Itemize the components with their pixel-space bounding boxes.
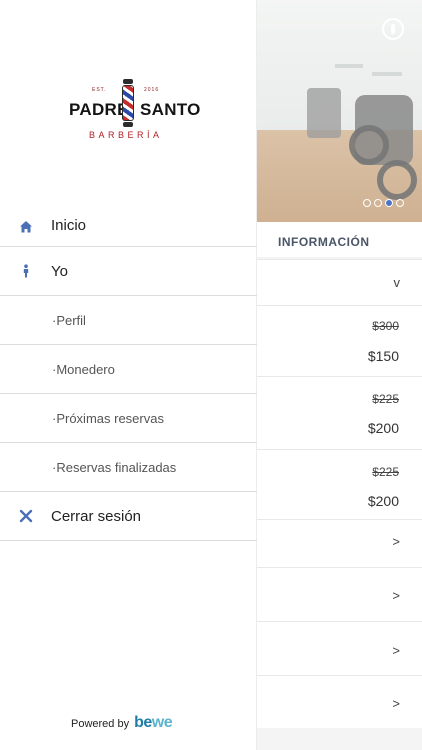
- padre-santo-logo: EST. 2016 PADRE SANTO BARBERÍA: [0, 78, 257, 148]
- new-price: $200: [367, 493, 399, 509]
- menu-label: Yo: [51, 263, 68, 280]
- menu-label: ·Perfil: [52, 313, 86, 328]
- menu-label: ·Monedero: [52, 362, 115, 377]
- menu-label: Cerrar sesión: [51, 508, 142, 525]
- hero-image[interactable]: [257, 0, 422, 222]
- home-icon: [20, 221, 32, 233]
- logo-year: 2016: [144, 87, 160, 93]
- service-row[interactable]: $300 $150: [257, 305, 422, 376]
- logo-word-left: PADRE: [69, 100, 129, 119]
- logo-est: EST.: [92, 87, 107, 93]
- carousel-dot[interactable]: [363, 199, 371, 207]
- bewe-logo-be: be: [134, 714, 152, 731]
- chevron-down-icon: v: [393, 275, 401, 290]
- powered-by[interactable]: Powered by bewe: [71, 714, 173, 732]
- close-icon: [19, 509, 33, 523]
- pole-stripes: [122, 85, 134, 121]
- bewe-logo: bewe: [134, 714, 173, 732]
- category-row[interactable]: v: [257, 259, 422, 305]
- service-row[interactable]: $225 $200: [257, 449, 422, 519]
- menu-label: ·Reservas finalizadas: [52, 460, 177, 475]
- pole-cap: [123, 122, 133, 127]
- person-icon: [23, 264, 29, 278]
- chevron-right-icon: >: [392, 696, 400, 711]
- location-pin-icon[interactable]: [382, 18, 404, 40]
- powered-by-text: Powered by: [71, 718, 130, 730]
- menu-item-perfil[interactable]: ·Perfil: [0, 296, 257, 345]
- category-row[interactable]: >: [257, 519, 422, 567]
- old-price: $225: [372, 392, 399, 406]
- menu-item-reservas-finalizadas[interactable]: ·Reservas finalizadas: [0, 443, 257, 492]
- pole-cap: [123, 79, 133, 84]
- menu-item-monedero[interactable]: ·Monedero: [0, 345, 257, 394]
- menu-item-cerrar-sesion[interactable]: Cerrar sesión: [0, 492, 257, 541]
- old-price: $225: [372, 465, 399, 479]
- chevron-right-icon: >: [392, 643, 400, 658]
- menu-item-yo[interactable]: Yo: [0, 247, 257, 296]
- carousel-dots: [363, 199, 404, 207]
- menu-item-inicio[interactable]: Inicio: [0, 200, 257, 247]
- old-price: $300: [372, 319, 399, 333]
- menu-label: Inicio: [51, 217, 87, 234]
- navigation-drawer: EST. 2016 PADRE SANTO BARBERÍA Inicio Yo…: [0, 0, 257, 750]
- chevron-right-icon: >: [392, 588, 400, 603]
- category-row[interactable]: >: [257, 567, 422, 621]
- carousel-dot[interactable]: [374, 199, 382, 207]
- logo-word-right: SANTO: [140, 100, 201, 119]
- chevron-right-icon: >: [392, 534, 400, 549]
- category-row[interactable]: >: [257, 621, 422, 675]
- carousel-dot[interactable]: [396, 199, 404, 207]
- carousel-dot-active[interactable]: [385, 199, 393, 207]
- barber-pole-icon: [121, 79, 135, 127]
- logo-subtitle: BARBERÍA: [89, 130, 163, 140]
- menu-item-proximas-reservas[interactable]: ·Próximas reservas: [0, 394, 257, 443]
- drawer-menu: Inicio Yo ·Perfil ·Monedero ·Próximas re…: [0, 200, 257, 541]
- new-price: $200: [367, 420, 399, 436]
- bewe-logo-we: we: [151, 714, 173, 731]
- new-price: $150: [367, 348, 399, 364]
- menu-label: ·Próximas reservas: [52, 411, 164, 426]
- service-row[interactable]: $225 $200: [257, 376, 422, 449]
- category-row[interactable]: >: [257, 675, 422, 728]
- info-tab[interactable]: INFORMACIÓN: [257, 222, 422, 257]
